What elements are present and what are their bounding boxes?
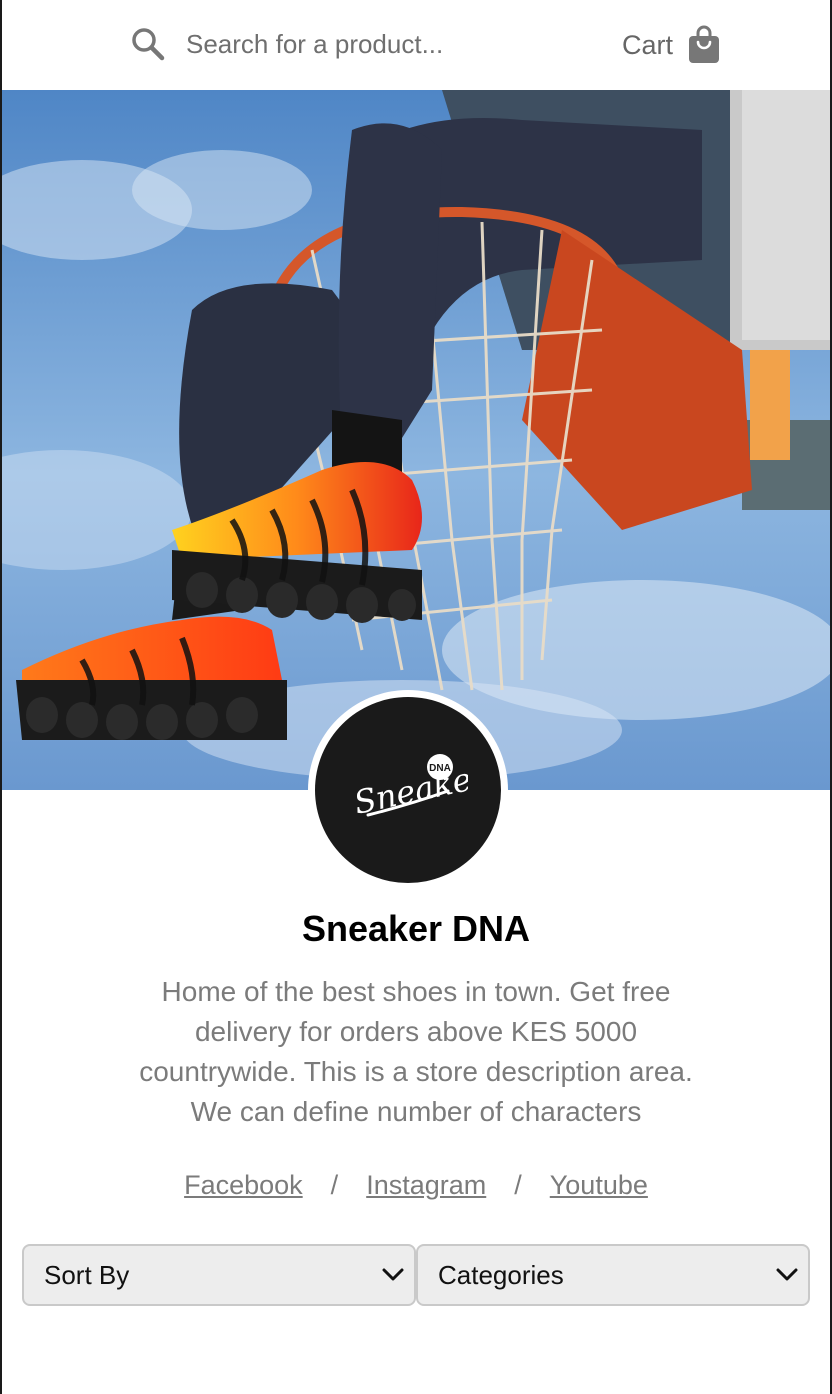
sort-by-select[interactable]: Sort By	[22, 1244, 416, 1306]
shopping-bag-icon	[689, 25, 720, 63]
instagram-link[interactable]: Instagram	[366, 1170, 486, 1201]
chevron-down-icon	[382, 1268, 404, 1281]
youtube-link[interactable]: Youtube	[550, 1170, 648, 1201]
categories-label: Categories	[438, 1259, 564, 1290]
store-name: Sneaker DNA	[301, 908, 531, 949]
search-input[interactable]	[186, 22, 566, 66]
chevron-down-icon	[776, 1268, 798, 1281]
store-description: Home of the best shoes in town. Get free…	[139, 976, 693, 1127]
social-links: Facebook / Instagram / Youtube	[2, 1170, 830, 1201]
search-icon[interactable]	[130, 26, 166, 62]
separator: /	[514, 1170, 522, 1200]
page: Cart	[0, 0, 832, 1394]
separator: /	[330, 1170, 339, 1200]
store-logo: Sneaker DNA	[308, 690, 508, 890]
svg-text:DNA: DNA	[429, 763, 451, 774]
hero-banner-image	[2, 90, 830, 790]
top-bar: Cart	[2, 0, 830, 90]
facebook-link[interactable]: Facebook	[184, 1170, 303, 1201]
cart-button[interactable]: Cart	[622, 22, 721, 68]
sort-by-label: Sort By	[44, 1259, 130, 1290]
categories-select[interactable]: Categories	[416, 1244, 810, 1306]
cart-label: Cart	[622, 29, 674, 60]
store-logo-mark: Sneaker DNA	[351, 754, 468, 822]
